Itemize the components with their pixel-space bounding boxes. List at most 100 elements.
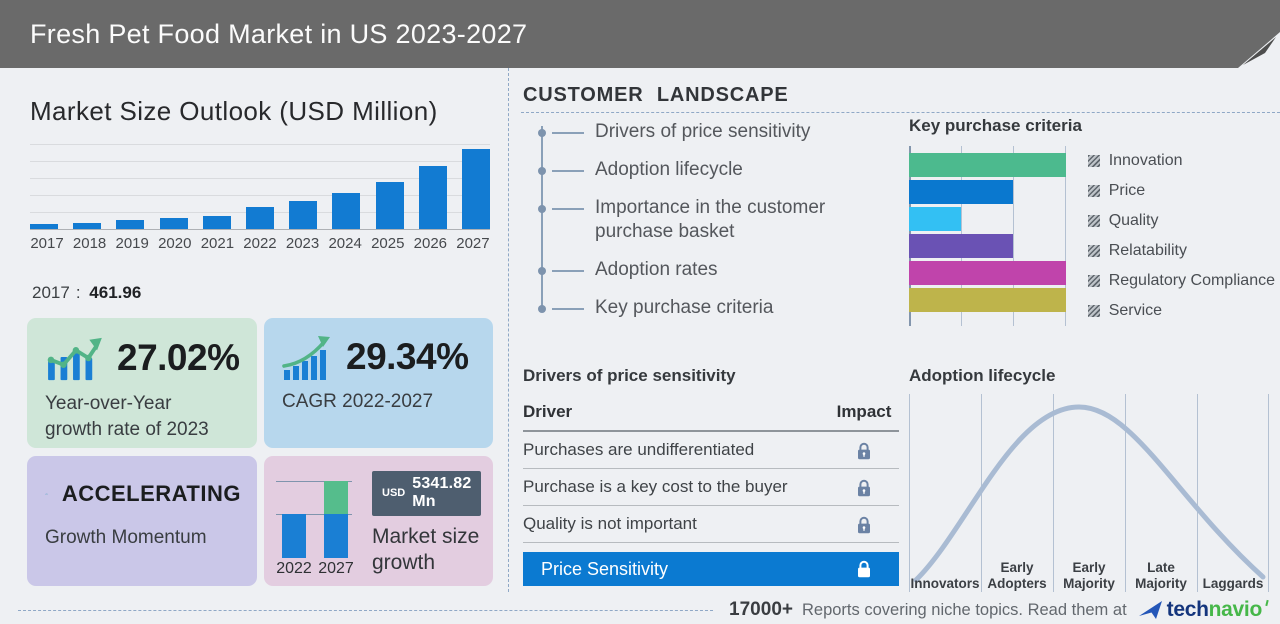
cagr-label: CAGR 2022-2027 bbox=[282, 389, 477, 415]
market-size-x-axis-labels: 2017201820192020202120222023202420252026… bbox=[30, 235, 490, 252]
market-size-bar-column bbox=[160, 218, 188, 229]
criteria-bar bbox=[909, 207, 961, 231]
stage-label: EarlyMajority bbox=[1053, 560, 1125, 592]
customer-landscape-list: Drivers of price sensitivity Adoption lif… bbox=[541, 120, 897, 334]
cagr-trend-icon bbox=[282, 334, 332, 380]
market-size-bar-column bbox=[30, 224, 58, 229]
market-size-bar-column bbox=[73, 223, 101, 229]
list-item: Adoption lifecycle bbox=[541, 158, 897, 182]
legend-item: Price bbox=[1088, 176, 1275, 206]
legend-item: Regulatory Compliance bbox=[1088, 266, 1275, 296]
report-count: 17000+ bbox=[729, 599, 793, 621]
lock-icon bbox=[829, 440, 899, 460]
key-purchase-criteria-section: Key purchase criteria Innovation Price Qua… bbox=[909, 116, 1275, 326]
yoy-growth-value: 27.02% bbox=[117, 337, 240, 379]
market-size-bar-column bbox=[419, 166, 447, 229]
market-size-bar bbox=[203, 216, 231, 229]
x-axis-label: 2017 bbox=[30, 235, 64, 252]
market-size-bar bbox=[116, 220, 144, 229]
lock-icon bbox=[829, 477, 899, 497]
column-header-impact: Impact bbox=[829, 402, 899, 422]
footer: 17000+ Reports covering niche topics. Re… bbox=[18, 598, 1268, 622]
legend-label: Price bbox=[1109, 182, 1145, 200]
market-size-bar-column bbox=[246, 207, 274, 229]
mini-bar-label-2022: 2022 bbox=[274, 560, 314, 578]
customer-landscape-panel: CUSTOMER LANDSCAPE Drivers of price sens… bbox=[508, 68, 1280, 592]
market-size-bar-column bbox=[332, 193, 360, 229]
criteria-bar bbox=[909, 180, 1013, 204]
technavio-logo: technavio bbox=[1139, 598, 1268, 622]
market-size-bar-column bbox=[116, 220, 144, 229]
legend-hatch-marker bbox=[1088, 215, 1100, 227]
market-size-bar bbox=[376, 182, 404, 229]
x-axis-label: 2022 bbox=[243, 235, 277, 252]
legend-label: Quality bbox=[1109, 212, 1159, 230]
stage-label: EarlyAdopters bbox=[981, 560, 1053, 592]
market-size-bar bbox=[246, 207, 274, 229]
growth-value-badge: USD 5341.82 Mn bbox=[372, 471, 481, 516]
list-item: Drivers of price sensitivity bbox=[541, 120, 897, 144]
x-axis-label: 2026 bbox=[413, 235, 447, 252]
legend-item: Innovation bbox=[1088, 146, 1275, 176]
market-size-bar-column bbox=[203, 216, 231, 229]
stage-label: Innovators bbox=[909, 576, 981, 592]
legend-label: Relatability bbox=[1109, 242, 1187, 260]
legend-hatch-marker bbox=[1088, 185, 1100, 197]
table-row: Purchases are undifferentiated bbox=[523, 432, 899, 469]
brand-prefix: tech bbox=[1167, 598, 1209, 622]
market-size-bar bbox=[73, 223, 101, 229]
mini-bar-2027-growth bbox=[324, 481, 348, 514]
anchor-separator: : bbox=[76, 283, 81, 302]
header-bar: Fresh Pet Food Market in US 2023-2027 bbox=[0, 0, 1280, 68]
column-header-driver: Driver bbox=[523, 402, 572, 422]
x-axis-label: 2024 bbox=[328, 235, 362, 252]
customer-landscape-heading: CUSTOMER LANDSCAPE bbox=[523, 84, 789, 107]
price-sensitivity-title: Drivers of price sensitivity bbox=[523, 366, 899, 386]
market-size-bar bbox=[289, 201, 317, 229]
cagr-value: 29.34% bbox=[346, 336, 469, 378]
market-size-bar bbox=[462, 149, 490, 229]
price-sensitivity-section: Drivers of price sensitivity Driver Impa… bbox=[523, 366, 899, 586]
market-size-bar-column bbox=[462, 149, 490, 229]
criteria-bar bbox=[909, 153, 1066, 177]
driver-label: Purchase is a key cost to the buyer bbox=[523, 477, 788, 497]
adoption-lifecycle-title: Adoption lifecycle bbox=[909, 366, 1269, 386]
legend-label: Regulatory Compliance bbox=[1109, 272, 1275, 290]
x-axis-label: 2020 bbox=[158, 235, 192, 252]
price-sensitivity-highlight-row: Price Sensitivity bbox=[523, 552, 899, 586]
list-item: Adoption rates bbox=[541, 258, 897, 282]
infographic-page: Fresh Pet Food Market in US 2023-2027 Ma… bbox=[0, 0, 1280, 624]
market-size-bar-column bbox=[289, 201, 317, 229]
lock-icon bbox=[829, 514, 899, 534]
momentum-label: Growth Momentum bbox=[45, 525, 241, 551]
adoption-lifecycle-section: Adoption lifecycle InnovatorsEarlyAdopte… bbox=[909, 366, 1269, 592]
market-size-growth-card: 2022 2027 USD 5341.82 Mn Market size gro… bbox=[264, 456, 493, 586]
legend-hatch-marker bbox=[1088, 245, 1100, 257]
legend-hatch-marker bbox=[1088, 275, 1100, 287]
x-axis-label: 2027 bbox=[456, 235, 490, 252]
yoy-growth-label: Year-over-Year growth rate of 2023 bbox=[45, 391, 241, 442]
legend-label: Innovation bbox=[1109, 152, 1183, 170]
legend-item: Quality bbox=[1088, 206, 1275, 236]
key-purchase-criteria-title: Key purchase criteria bbox=[909, 116, 1275, 136]
table-row: Purchase is a key cost to the buyer bbox=[523, 469, 899, 506]
market-size-growth-mini-chart: 2022 2027 bbox=[274, 467, 360, 579]
kpi-cards: 27.02% Year-over-Year growth rate of 202… bbox=[27, 318, 493, 586]
technavio-arrow-icon bbox=[1139, 601, 1163, 620]
market-size-panel: Market Size Outlook (USD Million) 2017 20… bbox=[0, 68, 508, 596]
lock-icon bbox=[829, 560, 899, 578]
x-axis-label: 2025 bbox=[371, 235, 405, 252]
growth-label: Market size growth bbox=[372, 524, 481, 577]
legend-item: Relatability bbox=[1088, 236, 1275, 266]
heading-dashed-rule bbox=[521, 112, 1280, 113]
legend-hatch-marker bbox=[1088, 305, 1100, 317]
market-size-bar bbox=[332, 193, 360, 229]
market-size-bar bbox=[30, 224, 58, 229]
key-purchase-criteria-plot bbox=[909, 146, 1066, 326]
page-corner-fold bbox=[1234, 22, 1280, 68]
mini-bar-label-2027: 2027 bbox=[316, 560, 356, 578]
cagr-card: 29.34% CAGR 2022-2027 bbox=[264, 318, 493, 448]
market-size-chart-title: Market Size Outlook (USD Million) bbox=[30, 96, 438, 127]
criteria-bar bbox=[909, 288, 1066, 312]
growth-momentum-card: ACCELERATING Growth Momentum bbox=[27, 456, 257, 586]
